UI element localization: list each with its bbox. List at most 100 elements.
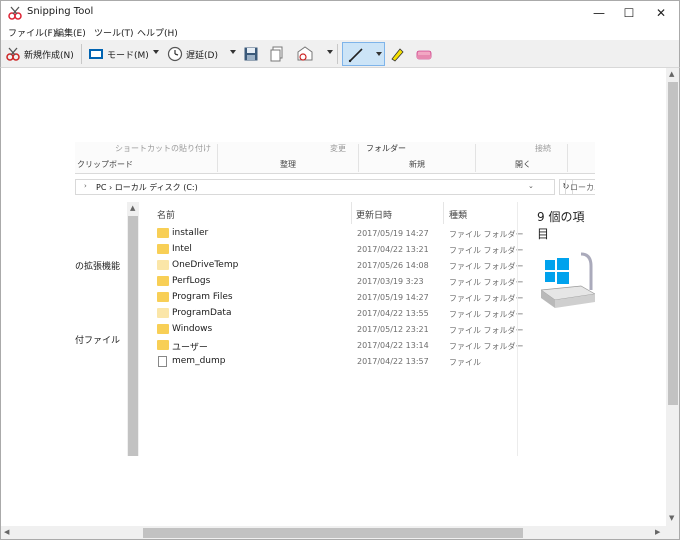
ribbon-separator [217,144,218,172]
file-name: Intel [172,244,192,254]
file-type: ファイル [449,358,481,367]
send-icon[interactable] [296,46,314,62]
table-row[interactable]: Windows 2017/05/12 23:21 ファイル フォルダー [157,322,524,338]
column-header-date[interactable]: 更新日時 [356,208,392,221]
toolbar-separator [337,44,338,64]
scroll-thumb[interactable] [668,82,678,405]
pen-dropdown-arrow[interactable] [376,52,382,56]
table-row[interactable]: Program Files 2017/05/19 14:27 ファイル フォルダ… [157,290,524,306]
navigation-scrollbar[interactable]: ▲ [127,202,139,456]
snipping-tool-icon [8,6,22,20]
search-input[interactable]: ローカル [565,179,595,195]
maximize-button[interactable]: ☐ [613,1,645,25]
details-divider [517,202,518,456]
scroll-up-icon[interactable]: ▲ [130,204,135,212]
nav-item[interactable]: の拡張機能 [75,259,120,272]
column-header-name[interactable]: 名前 [157,208,175,221]
table-row[interactable]: mem_dump 2017/04/22 13:57 ファイル [157,354,517,370]
file-name: ユーザー [172,343,208,353]
file-icon [158,356,167,367]
save-icon[interactable] [243,46,259,62]
address-path: PC › ローカル ディスク (C:) [96,183,198,192]
ribbon-group-new: 新規 [409,160,425,169]
chevron-down-icon[interactable]: ⌄ [528,182,534,190]
ribbon-faint-item: 変更 [330,144,346,153]
delay-button[interactable]: 遅延(D) [167,45,218,63]
scroll-left-icon[interactable]: ◀ [4,528,9,536]
menu-file[interactable]: ファイル(F) [8,26,56,39]
column-header-type[interactable]: 種類 [449,208,467,221]
ribbon-group-open: 開く [515,160,531,169]
horizontal-scrollbar[interactable]: ◀ ▶ [0,526,666,540]
scroll-up-icon[interactable]: ▲ [669,70,674,78]
folder-icon [157,292,169,302]
folder-icon [157,260,169,270]
column-separator[interactable] [443,202,444,224]
file-name: Program Files [172,292,233,302]
ribbon-faint-item: 接続 [535,144,551,153]
ribbon-separator [567,144,568,172]
scroll-thumb[interactable] [128,216,138,456]
file-type: ファイル フォルダー [449,278,524,287]
table-row[interactable]: PerfLogs 2017/03/19 3:23 ファイル フォルダー [157,274,524,290]
menu-help[interactable]: ヘルプ(H) [137,26,178,39]
delay-dropdown-arrow[interactable] [230,50,236,54]
file-date: 2017/05/19 14:27 [357,229,429,238]
menu-bar: ファイル(F) 編集(E) ツール(T) ヘルプ(H) [0,24,680,40]
ribbon-separator [475,144,476,172]
ribbon-group-clipboard: クリップボード [77,160,133,169]
table-row[interactable]: installer 2017/05/19 14:27 ファイル フォルダー [157,226,524,242]
table-row[interactable]: ProgramData 2017/04/22 13:55 ファイル フォルダー [157,306,524,322]
mode-dropdown-arrow[interactable] [153,50,159,54]
file-type: ファイル フォルダー [449,294,524,303]
file-type: ファイル フォルダー [449,326,524,335]
delay-label: 遅延(D) [186,50,218,61]
table-row[interactable]: Intel 2017/04/22 13:21 ファイル フォルダー [157,242,524,258]
nav-item[interactable]: 付ファイル [75,333,120,346]
pen-button[interactable] [342,42,385,66]
menu-edit[interactable]: 編集(E) [55,26,86,39]
scroll-right-icon[interactable]: ▶ [655,528,660,536]
file-type: ファイル フォルダー [449,246,524,255]
file-date: 2017/04/22 13:21 [357,245,429,254]
copy-icon[interactable] [269,46,285,62]
file-name: mem_dump [172,356,226,366]
vertical-scrollbar[interactable]: ▲ ▼ [666,68,680,526]
eraser-icon[interactable] [415,46,433,62]
toolbar: 新規作成(N) モード(M) 遅延(D) [0,40,680,68]
table-row[interactable]: ユーザー 2017/04/22 13:14 ファイル フォルダー [157,338,524,354]
mode-icon [89,49,103,59]
local-disk-icon [541,252,595,308]
highlighter-icon[interactable] [389,46,405,62]
mode-button[interactable]: モード(M) [88,45,149,63]
file-name: installer [172,228,209,238]
folder-icon [157,276,169,286]
file-type: ファイル フォルダー [449,262,524,271]
file-date: 2017/04/22 13:57 [357,357,429,366]
scroll-thumb[interactable] [143,528,523,538]
close-button[interactable]: ✕ [645,1,677,25]
file-date: 2017/05/26 14:08 [357,261,429,270]
file-date: 2017/04/22 13:55 [357,309,429,318]
new-snip-label: 新規作成(N) [24,50,74,61]
ribbon-group-organize: 整理 [280,160,296,169]
menu-tools[interactable]: ツール(T) [94,26,134,39]
new-snip-button[interactable]: 新規作成(N) [5,45,74,63]
scissors-icon [6,47,20,61]
ribbon-faint-item: ショートカットの貼り付け [115,144,211,153]
folder-icon [157,340,169,350]
scroll-down-icon[interactable]: ▼ [669,514,674,522]
ribbon-separator [358,144,359,172]
table-row[interactable]: OneDriveTemp 2017/05/26 14:08 ファイル フォルダー [157,258,524,274]
send-dropdown-arrow[interactable] [327,50,333,54]
file-date: 2017/05/12 23:21 [357,325,429,334]
chevron-right-icon: › [84,182,87,190]
address-bar[interactable]: PC › ローカル ディスク (C:) › ⌄ [75,179,555,195]
item-count: 9 個の項目 [537,210,585,241]
column-separator[interactable] [351,202,352,224]
file-type: ファイル フォルダー [449,342,524,351]
snip-canvas: ショートカットの貼り付け 変更 フォルダー 接続 クリップボード 整理 新規 開… [0,68,666,526]
minimize-button[interactable]: — [583,1,615,25]
pen-icon [348,48,363,63]
file-date: 2017/03/19 3:23 [357,277,424,286]
